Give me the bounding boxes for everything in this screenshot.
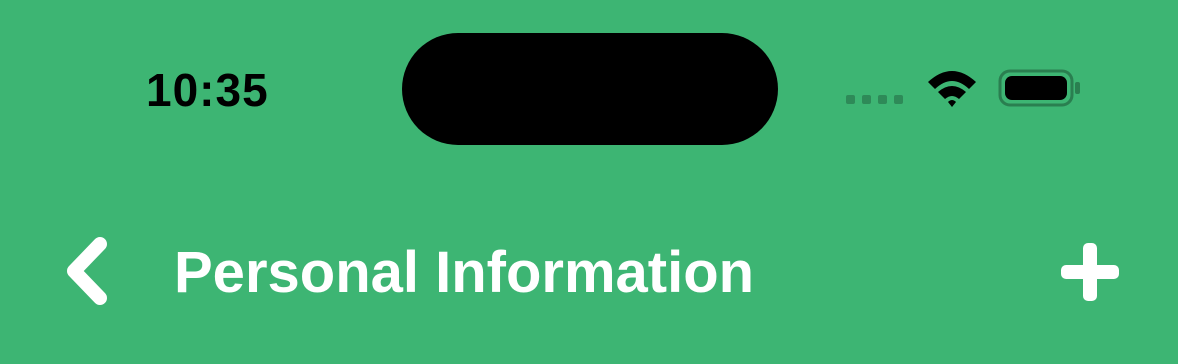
status-bar: 10:35 bbox=[0, 0, 1178, 170]
dynamic-island bbox=[402, 33, 778, 145]
back-chevron-icon[interactable] bbox=[60, 236, 116, 306]
page-title: Personal Information bbox=[174, 240, 755, 305]
status-time: 10:35 bbox=[146, 64, 269, 116]
add-plus-icon[interactable] bbox=[1058, 240, 1122, 304]
wifi-icon bbox=[928, 71, 976, 107]
navigation-bar: Personal Information bbox=[0, 200, 1178, 350]
battery-icon bbox=[998, 69, 1080, 107]
cellular-signal-icon bbox=[846, 95, 903, 104]
